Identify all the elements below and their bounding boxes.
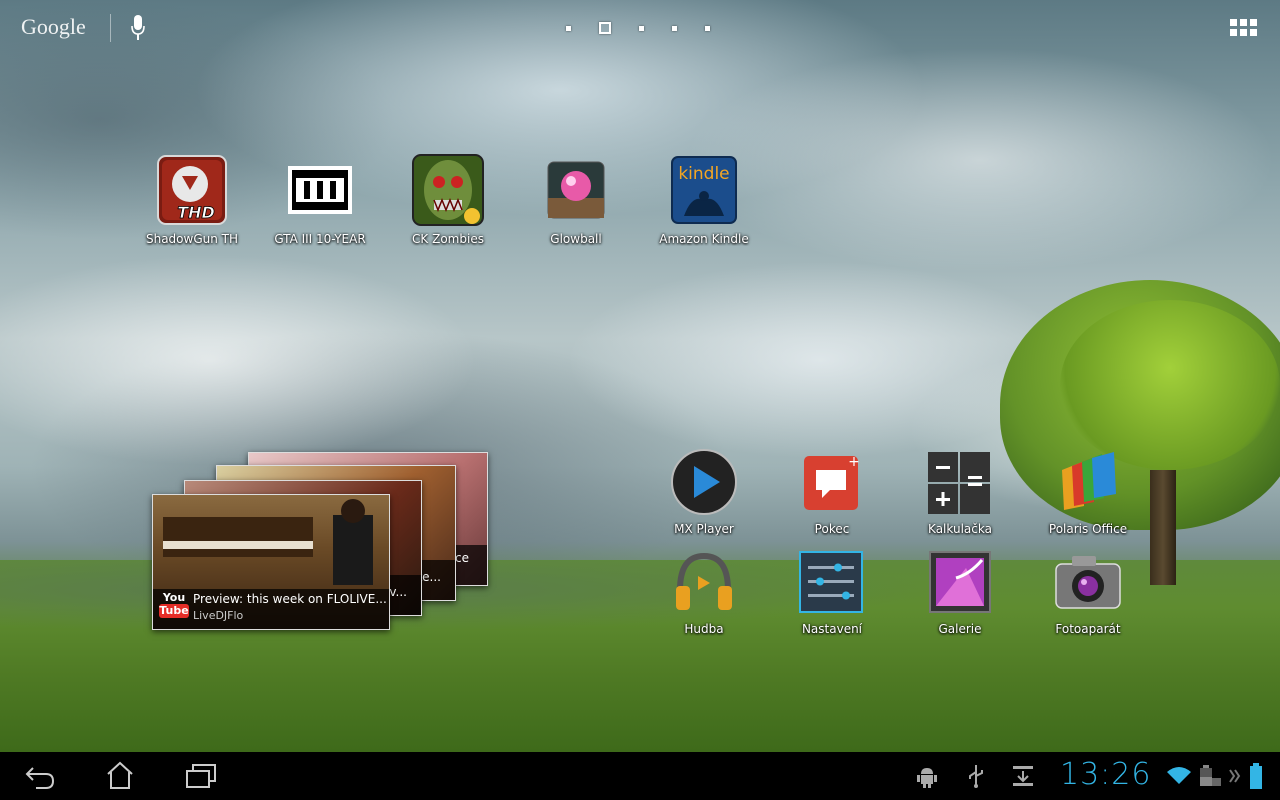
svg-text:THD: THD bbox=[177, 203, 215, 222]
page-dot-current[interactable] bbox=[599, 22, 611, 34]
android-debug-icon[interactable] bbox=[916, 764, 938, 788]
app-amazon-kindle[interactable]: kindle Amazon Kindle bbox=[640, 154, 768, 246]
wallpaper-tree-trunk bbox=[1150, 470, 1176, 585]
app-label: CK Zombies bbox=[412, 232, 484, 246]
recent-apps-icon[interactable] bbox=[185, 762, 217, 790]
app-label: Pokec bbox=[814, 522, 850, 536]
video-thumbnail bbox=[163, 499, 373, 585]
app-label: Amazon Kindle bbox=[659, 232, 749, 246]
gta3-icon bbox=[288, 166, 352, 214]
kindle-icon: kindle bbox=[671, 156, 737, 224]
app-kalkulacka[interactable]: Kalkulačka bbox=[896, 448, 1024, 536]
search-divider bbox=[110, 14, 111, 42]
wifi-icon[interactable] bbox=[1165, 764, 1193, 786]
download-icon[interactable] bbox=[1011, 764, 1035, 788]
chevron-right-icon[interactable] bbox=[1228, 768, 1242, 784]
zombies-icon bbox=[412, 154, 484, 226]
page-dot[interactable] bbox=[705, 25, 710, 31]
page-dot[interactable] bbox=[566, 25, 571, 31]
app-label: Nastavení bbox=[801, 622, 863, 636]
gallery-icon bbox=[929, 551, 991, 613]
app-label: ShadowGun TH bbox=[145, 232, 239, 246]
wallpaper bbox=[0, 0, 1280, 752]
app-glowball[interactable]: Glowball bbox=[512, 154, 640, 246]
settings-icon bbox=[799, 551, 863, 613]
app-label: Glowball bbox=[550, 232, 602, 246]
app-galerie[interactable]: Galerie bbox=[896, 548, 1024, 636]
app-label: Galerie bbox=[938, 622, 982, 636]
page-dot[interactable] bbox=[672, 25, 677, 31]
keyboard-battery-icon[interactable] bbox=[1196, 764, 1222, 788]
shadowgun-icon: THD bbox=[157, 155, 227, 225]
glowball-icon bbox=[547, 161, 605, 219]
app-polaris-office[interactable]: Polaris Office bbox=[1024, 448, 1152, 536]
app-ck-zombies[interactable]: CK Zombies bbox=[384, 154, 512, 246]
home-page-indicator bbox=[566, 20, 710, 36]
polaris-office-icon bbox=[1062, 452, 1116, 510]
pokec-icon: + bbox=[804, 454, 860, 510]
back-icon[interactable] bbox=[24, 762, 56, 790]
app-fotoaparat[interactable]: Fotoaparát bbox=[1024, 548, 1152, 636]
app-label: Hudba bbox=[684, 622, 724, 636]
app-label: GTA III 10-YEAR bbox=[274, 232, 366, 246]
app-label: MX Player bbox=[674, 522, 734, 536]
mx-player-icon bbox=[671, 449, 737, 515]
youtube-logo-tube: Tube bbox=[159, 604, 189, 618]
app-pokec[interactable]: + Pokec bbox=[768, 448, 896, 536]
svg-text:+: + bbox=[848, 454, 860, 470]
calculator-icon bbox=[928, 452, 990, 514]
video-title: Preview: this week on FLOLIVE... bbox=[193, 592, 387, 606]
app-label: Fotoaparát bbox=[1055, 622, 1121, 636]
page-dot[interactable] bbox=[639, 25, 644, 31]
app-label: Kalkulačka bbox=[928, 522, 992, 536]
video-channel: LiveDJFlo bbox=[193, 609, 244, 622]
app-nastaveni[interactable]: Nastavení bbox=[768, 548, 896, 636]
usb-icon[interactable] bbox=[967, 764, 985, 788]
youtube-card-title: ce bbox=[455, 551, 469, 565]
kindle-wordmark: kindle bbox=[678, 164, 729, 184]
voice-search-mic-icon[interactable] bbox=[131, 15, 145, 41]
home-icon[interactable] bbox=[105, 760, 135, 790]
all-apps-grid-icon[interactable] bbox=[1230, 19, 1258, 37]
camera-icon bbox=[1055, 556, 1121, 609]
status-clock[interactable]: 13:26 bbox=[1060, 757, 1151, 792]
app-mx-player[interactable]: MX Player bbox=[640, 448, 768, 536]
youtube-card-caption: You Tube Preview: this week on FLOLIVE..… bbox=[153, 589, 389, 629]
app-hudba[interactable]: Hudba bbox=[640, 548, 768, 636]
wallpaper-tree-canopy-highlight bbox=[1060, 300, 1280, 470]
google-search-button[interactable]: Google bbox=[21, 14, 86, 40]
app-gta3[interactable]: GTA III 10-YEAR bbox=[256, 154, 384, 246]
app-shadowgun[interactable]: THD ShadowGun TH bbox=[128, 154, 256, 246]
app-label: Polaris Office bbox=[1048, 522, 1128, 536]
battery-icon[interactable] bbox=[1248, 762, 1264, 790]
youtube-logo-icon: You Tube bbox=[159, 591, 189, 625]
youtube-logo-you: You bbox=[162, 591, 186, 604]
youtube-video-card[interactable]: You Tube Preview: this week on FLOLIVE..… bbox=[152, 494, 390, 630]
music-headphones-icon bbox=[676, 552, 732, 610]
